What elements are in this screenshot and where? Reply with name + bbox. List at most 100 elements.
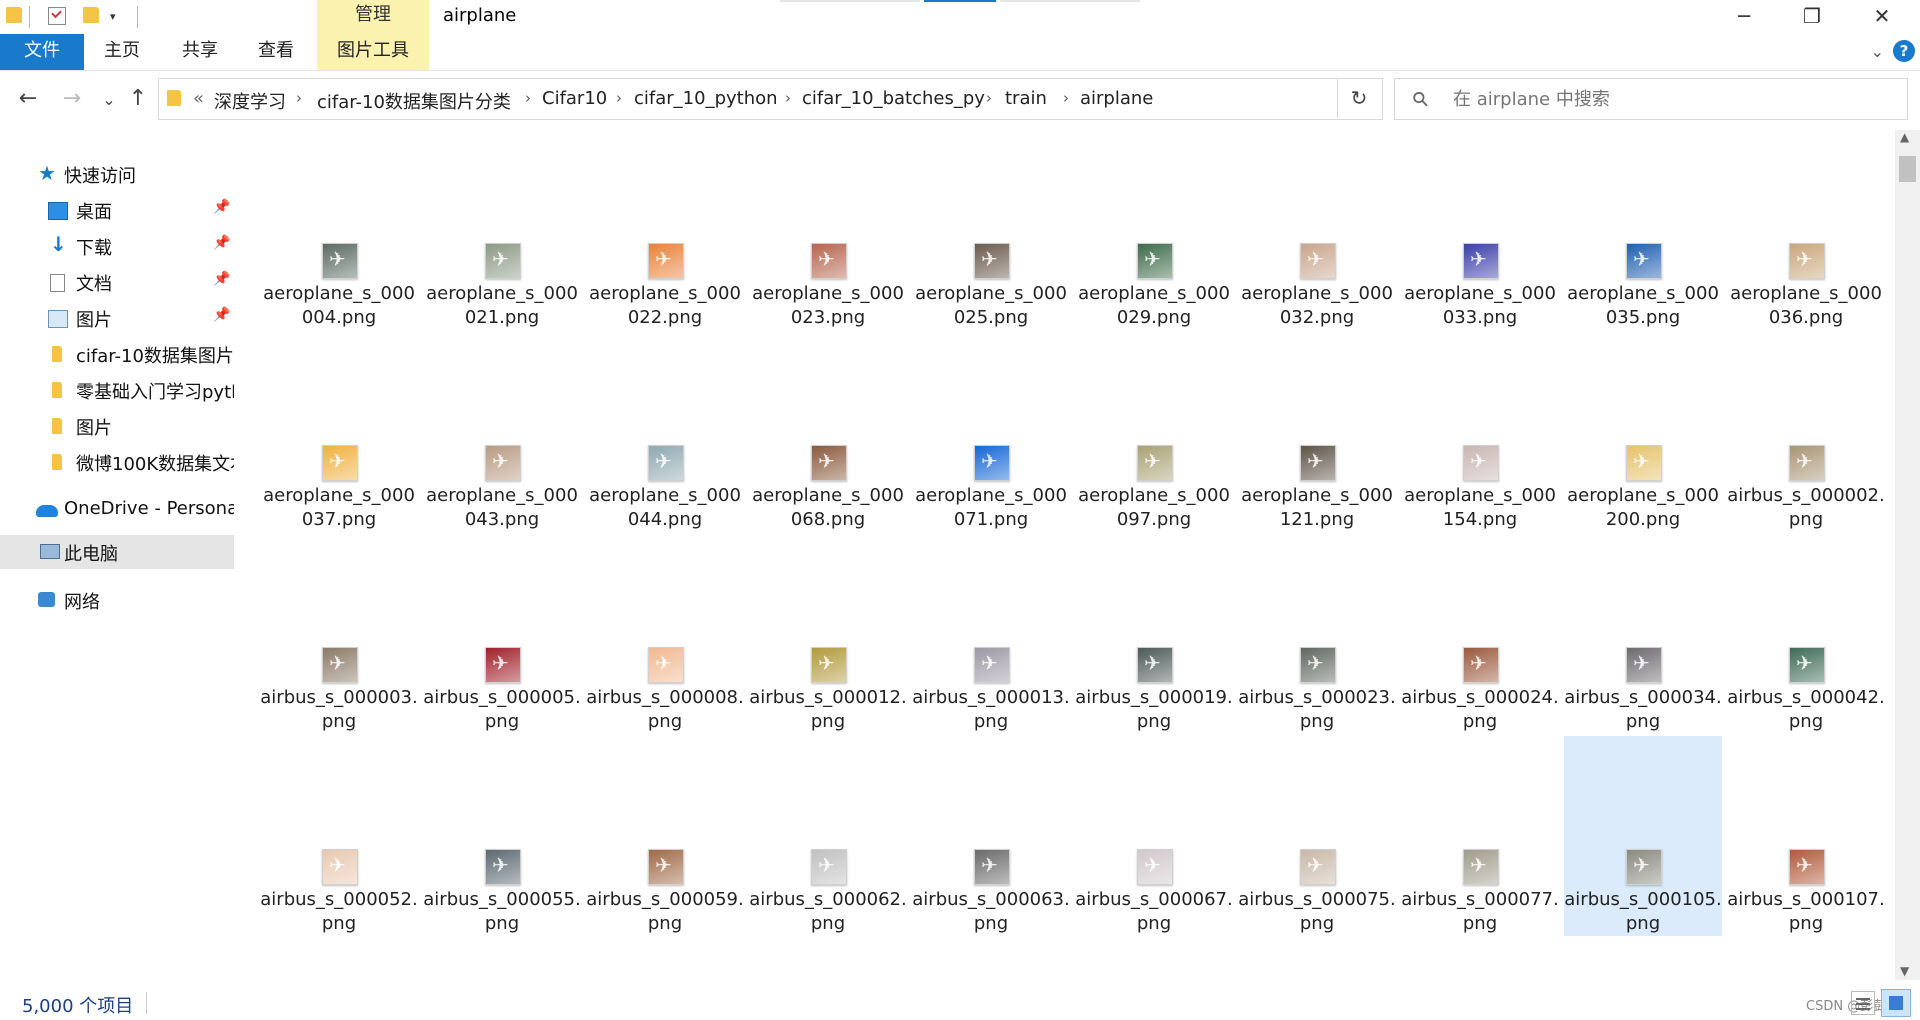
sidebar-item-cifar-folder[interactable]: cifar-10数据集图片 bbox=[0, 337, 234, 371]
tab-picture-tools[interactable]: 图片工具 bbox=[317, 34, 429, 70]
up-button[interactable]: ↑ bbox=[124, 86, 152, 111]
file-item[interactable]: airbus_s_000023.png bbox=[1238, 534, 1396, 734]
file-item[interactable]: aeroplane_s_000035.png bbox=[1564, 130, 1722, 330]
properties-icon[interactable] bbox=[48, 7, 66, 25]
new-folder-icon[interactable] bbox=[83, 7, 99, 23]
help-icon[interactable]: ? bbox=[1893, 40, 1915, 62]
file-item[interactable]: airbus_s_000042.png bbox=[1727, 534, 1885, 734]
breadcrumb-item[interactable]: cifar_10_batches_py bbox=[802, 88, 985, 109]
breadcrumb-separator-icon[interactable]: › bbox=[525, 89, 531, 107]
file-item[interactable]: airbus_s_000019.png bbox=[1075, 534, 1233, 734]
customize-quick-access-dropdown[interactable]: ▾ bbox=[110, 10, 116, 23]
sidebar-item-quick-access[interactable]: ★ 快速访问 bbox=[0, 157, 234, 191]
file-item[interactable]: aeroplane_s_000068.png bbox=[749, 332, 907, 532]
back-button[interactable]: ← bbox=[14, 86, 42, 111]
file-item[interactable]: aeroplane_s_000037.png bbox=[260, 332, 418, 532]
file-item[interactable]: airbus_s_000034.png bbox=[1564, 534, 1722, 734]
sidebar-item-weibo-folder[interactable]: 微博100K数据集文本 bbox=[0, 445, 234, 479]
minimize-button[interactable]: ─ bbox=[1710, 0, 1778, 34]
search-box[interactable]: ⚲ bbox=[1394, 78, 1908, 120]
file-item[interactable]: aeroplane_s_000022.png bbox=[586, 130, 744, 330]
pin-icon[interactable]: 📌 bbox=[213, 235, 230, 251]
close-button[interactable]: ✕ bbox=[1848, 0, 1916, 34]
sidebar-item-this-pc[interactable]: 此电脑 bbox=[0, 535, 234, 569]
details-view-icon[interactable] bbox=[1851, 991, 1875, 1015]
restore-button[interactable]: ❐ bbox=[1778, 0, 1846, 34]
file-item[interactable]: airbus_s_000059.png bbox=[586, 736, 744, 936]
breadcrumb-overflow[interactable]: « bbox=[193, 88, 204, 109]
breadcrumb-separator-icon[interactable]: › bbox=[296, 89, 302, 107]
file-item[interactable]: airbus_s_000075.png bbox=[1238, 736, 1396, 936]
file-item[interactable]: airbus_s_000005.png bbox=[423, 534, 581, 734]
file-item[interactable]: aeroplane_s_000004.png bbox=[260, 130, 418, 330]
file-item[interactable]: airbus_s_000107.png bbox=[1727, 736, 1885, 936]
file-item[interactable]: aeroplane_s_000036.png bbox=[1727, 130, 1885, 330]
recent-locations-button[interactable]: ⌄ bbox=[95, 90, 123, 109]
file-item[interactable]: airbus_s_000024.png bbox=[1401, 534, 1559, 734]
scroll-thumb[interactable] bbox=[1899, 156, 1916, 182]
sidebar-item-images-folder[interactable]: 图片 bbox=[0, 409, 234, 443]
breadcrumb-item[interactable]: 深度学习 bbox=[214, 88, 286, 114]
file-item[interactable]: aeroplane_s_000154.png bbox=[1401, 332, 1559, 532]
file-item[interactable]: aeroplane_s_000033.png bbox=[1401, 130, 1559, 330]
scroll-up-icon[interactable]: ▲ bbox=[1900, 130, 1909, 144]
file-item[interactable]: aeroplane_s_000029.png bbox=[1075, 130, 1233, 330]
folder-icon bbox=[52, 454, 62, 470]
file-list[interactable]: aeroplane_s_000004.pngaeroplane_s_000021… bbox=[236, 130, 1896, 970]
expand-ribbon-icon[interactable]: ⌄ bbox=[1871, 42, 1884, 61]
file-item[interactable]: airbus_s_000012.png bbox=[749, 534, 907, 734]
file-item[interactable]: airbus_s_000003.png bbox=[260, 534, 418, 734]
file-item[interactable]: aeroplane_s_000071.png bbox=[912, 332, 1070, 532]
file-item[interactable]: airbus_s_000055.png bbox=[423, 736, 581, 936]
tab-view[interactable]: 查看 bbox=[246, 34, 306, 70]
breadcrumb-item[interactable]: train bbox=[1005, 88, 1047, 109]
file-item[interactable]: airbus_s_000063.png bbox=[912, 736, 1070, 936]
file-item[interactable]: aeroplane_s_000023.png bbox=[749, 130, 907, 330]
pin-icon[interactable]: 📌 bbox=[213, 271, 230, 287]
file-item[interactable]: airbus_s_000013.png bbox=[912, 534, 1070, 734]
breadcrumb-item[interactable]: cifar-10数据集图片分类 bbox=[317, 88, 511, 114]
file-item[interactable]: aeroplane_s_000044.png bbox=[586, 332, 744, 532]
breadcrumb-separator-icon[interactable]: › bbox=[785, 89, 791, 107]
file-item[interactable]: airbus_s_000008.png bbox=[586, 534, 744, 734]
breadcrumb-item[interactable]: Cifar10 bbox=[542, 88, 607, 109]
breadcrumb-separator-icon[interactable]: › bbox=[986, 89, 992, 107]
file-item[interactable]: aeroplane_s_000025.png bbox=[912, 130, 1070, 330]
tab-home[interactable]: 主页 bbox=[92, 34, 152, 70]
file-item[interactable]: aeroplane_s_000032.png bbox=[1238, 130, 1396, 330]
breadcrumb-separator-icon[interactable]: › bbox=[616, 89, 622, 107]
refresh-button[interactable]: ↻ bbox=[1337, 78, 1380, 118]
file-item[interactable]: airbus_s_000067.png bbox=[1075, 736, 1233, 936]
large-icons-view-icon[interactable] bbox=[1881, 989, 1911, 1017]
file-item[interactable]: aeroplane_s_000097.png bbox=[1075, 332, 1233, 532]
pin-icon[interactable]: 📌 bbox=[213, 307, 230, 323]
sidebar-item-documents[interactable]: 文档 📌 bbox=[0, 265, 234, 299]
pin-icon[interactable]: 📌 bbox=[213, 199, 230, 215]
vertical-scrollbar[interactable]: ▲ ▼ bbox=[1895, 130, 1920, 980]
file-item[interactable]: airbus_s_000052.png bbox=[260, 736, 418, 936]
sidebar-item-network[interactable]: 网络 bbox=[0, 583, 234, 617]
file-item[interactable]: aeroplane_s_000200.png bbox=[1564, 332, 1722, 532]
sidebar-item-onedrive[interactable]: OneDrive - Personal bbox=[0, 493, 234, 527]
folder-icon[interactable] bbox=[6, 7, 22, 23]
file-item[interactable]: airbus_s_000105.png bbox=[1564, 736, 1722, 936]
tab-file[interactable]: 文件 bbox=[0, 34, 84, 70]
sidebar-item-downloads[interactable]: ↓ 下载 📌 bbox=[0, 229, 234, 263]
breadcrumb-separator-icon[interactable]: › bbox=[1063, 89, 1069, 107]
search-input[interactable] bbox=[1451, 88, 1875, 111]
scroll-down-icon[interactable]: ▼ bbox=[1900, 964, 1909, 978]
file-item[interactable]: aeroplane_s_000021.png bbox=[423, 130, 581, 330]
breadcrumb-item[interactable]: airplane bbox=[1080, 88, 1153, 109]
file-item[interactable]: aeroplane_s_000043.png bbox=[423, 332, 581, 532]
sidebar-item-desktop[interactable]: 桌面 📌 bbox=[0, 193, 234, 227]
breadcrumb-item[interactable]: cifar_10_python bbox=[634, 88, 778, 109]
forward-button[interactable]: → bbox=[58, 86, 86, 111]
tab-share[interactable]: 共享 bbox=[170, 34, 230, 70]
file-item[interactable]: airbus_s_000077.png bbox=[1401, 736, 1559, 936]
sidebar-item-python-folder[interactable]: 零基础入门学习pytl bbox=[0, 373, 234, 407]
file-item[interactable]: airbus_s_000062.png bbox=[749, 736, 907, 936]
sidebar-item-pictures[interactable]: 图片 📌 bbox=[0, 301, 234, 335]
file-item[interactable]: aeroplane_s_000121.png bbox=[1238, 332, 1396, 532]
address-bar[interactable]: « 深度学习 › cifar-10数据集图片分类 › Cifar10 › cif… bbox=[158, 78, 1474, 120]
file-item[interactable]: airbus_s_000002.png bbox=[1727, 332, 1885, 532]
